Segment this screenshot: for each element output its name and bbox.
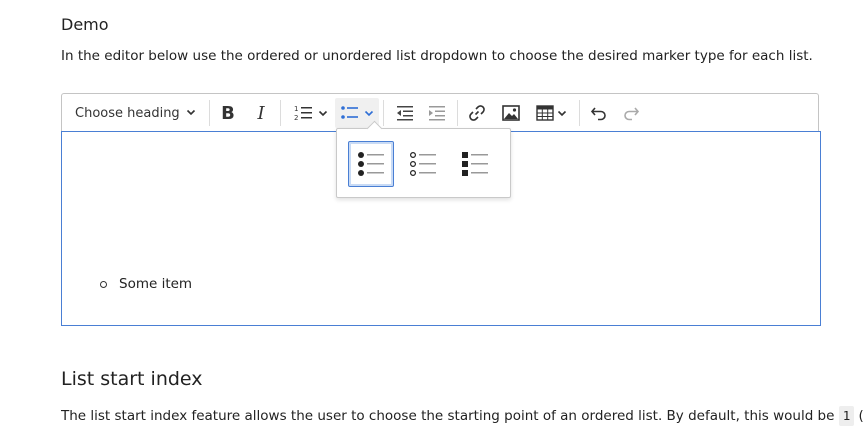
numbered-list-button[interactable]: 1 2 <box>286 94 334 132</box>
bulleted-list: Some item <box>100 276 192 292</box>
chevron-down-icon[interactable] <box>556 108 568 118</box>
image-icon <box>502 105 520 121</box>
chevron-down-icon[interactable] <box>317 108 329 118</box>
circle-list-style-icon <box>409 151 436 177</box>
toolbar-separator <box>457 100 458 126</box>
toolbar-separator <box>209 100 210 126</box>
disc-list-style-icon <box>358 152 384 176</box>
list-style-circle-option[interactable] <box>400 141 446 187</box>
list-start-index-heading: List start index <box>61 368 203 390</box>
circle-marker-icon <box>100 280 107 288</box>
heading-dropdown[interactable]: Choose heading <box>62 94 206 132</box>
section-intro: In the editor below use the ordered or u… <box>61 48 813 64</box>
svg-text:1: 1 <box>294 105 298 113</box>
table-icon <box>536 105 554 121</box>
table-button[interactable] <box>532 94 572 132</box>
toolbar-separator <box>383 100 384 126</box>
italic-button[interactable]: I <box>249 94 273 132</box>
outdent-button[interactable] <box>393 94 417 132</box>
inline-code: 1 <box>838 406 855 426</box>
heading-dropdown-label: Choose heading <box>75 105 180 121</box>
section-title: Demo <box>61 15 109 34</box>
indent-icon <box>429 106 445 121</box>
list-style-disc-option[interactable] <box>348 141 394 187</box>
indent-button[interactable] <box>425 94 449 132</box>
list-item-text: Some item <box>119 276 193 292</box>
image-button[interactable] <box>499 94 523 132</box>
paragraph-text: The list start index feature allows the … <box>61 408 839 424</box>
toolbar-separator <box>579 100 580 126</box>
undo-button[interactable] <box>587 94 611 132</box>
list-style-square-option[interactable] <box>452 141 498 187</box>
square-list-style-icon <box>462 152 488 176</box>
paragraph-text-continued: (or <box>858 408 864 424</box>
redo-icon <box>624 107 640 121</box>
outdent-icon <box>397 106 413 121</box>
list-start-index-paragraph: The list start index feature allows the … <box>61 406 864 426</box>
numbered-list-icon: 1 2 <box>294 105 312 122</box>
bulleted-list-icon <box>341 106 358 119</box>
link-button[interactable] <box>465 94 489 132</box>
undo-icon <box>590 107 606 121</box>
chevron-down-icon <box>186 109 196 116</box>
bold-button[interactable]: B <box>216 94 240 132</box>
editor-toolbar: Choose heading B I 1 2 <box>61 93 819 131</box>
list-item[interactable]: Some item <box>100 276 192 292</box>
toolbar-separator <box>280 100 281 126</box>
list-style-dropdown <box>336 128 511 198</box>
link-icon <box>469 105 485 121</box>
redo-button[interactable] <box>619 94 643 132</box>
svg-text:2: 2 <box>294 114 298 122</box>
chevron-down-icon[interactable] <box>363 108 375 118</box>
